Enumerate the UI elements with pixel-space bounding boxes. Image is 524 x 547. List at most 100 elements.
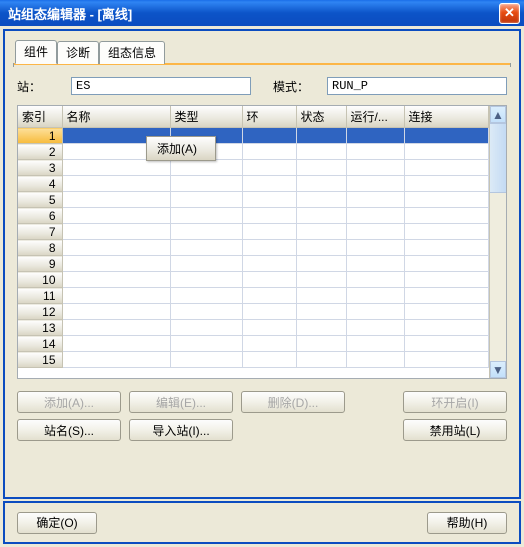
button-row-1: 添加(A)... 编辑(E)... 删除(D)... 环开启(I) xyxy=(17,391,507,413)
cell xyxy=(62,320,170,336)
ok-button[interactable]: 确定(O) xyxy=(17,512,97,534)
row-index-cell: 15 xyxy=(18,352,62,368)
cell xyxy=(346,336,404,352)
table-row[interactable]: 4 xyxy=(18,176,489,192)
ring-on-button[interactable]: 环开启(I) xyxy=(403,391,507,413)
table-row[interactable]: 7 xyxy=(18,224,489,240)
table-row[interactable]: 9 xyxy=(18,256,489,272)
cell xyxy=(404,240,489,256)
cell xyxy=(404,304,489,320)
cell xyxy=(170,208,242,224)
cell xyxy=(404,160,489,176)
col-run[interactable]: 运行/... xyxy=(346,106,404,128)
cell xyxy=(296,144,346,160)
table-row[interactable]: 8 xyxy=(18,240,489,256)
row-index-cell: 4 xyxy=(18,176,62,192)
table-row[interactable]: 5 xyxy=(18,192,489,208)
tab-config-info[interactable]: 组态信息 xyxy=(99,41,165,64)
cell xyxy=(62,304,170,320)
scroll-down-icon[interactable]: ▼ xyxy=(490,361,506,378)
mode-input[interactable]: RUN_P xyxy=(327,77,507,95)
cell xyxy=(242,272,296,288)
cell xyxy=(296,320,346,336)
cell xyxy=(296,192,346,208)
station-input[interactable]: ES xyxy=(71,77,251,95)
cell xyxy=(404,352,489,368)
cell xyxy=(62,192,170,208)
table-row[interactable]: 10 xyxy=(18,272,489,288)
table-row[interactable]: 12 xyxy=(18,304,489,320)
footer-bar: 确定(O) 帮助(H) xyxy=(3,501,521,544)
cell xyxy=(242,320,296,336)
cell xyxy=(242,224,296,240)
row-index-cell: 11 xyxy=(18,288,62,304)
cell xyxy=(62,160,170,176)
row-index-cell: 13 xyxy=(18,320,62,336)
table-row[interactable]: 13 xyxy=(18,320,489,336)
scroll-thumb[interactable] xyxy=(490,123,506,193)
tab-components[interactable]: 组件 xyxy=(15,40,57,64)
vertical-scrollbar[interactable]: ▲ ▼ xyxy=(489,106,506,378)
disable-station-button[interactable]: 禁用站(L) xyxy=(403,419,507,441)
cell xyxy=(404,128,489,144)
table-row[interactable]: 11 xyxy=(18,288,489,304)
cell xyxy=(296,128,346,144)
table-row[interactable]: 2 xyxy=(18,144,489,160)
col-conn[interactable]: 连接 xyxy=(404,106,489,128)
import-station-button[interactable]: 导入站(I)... xyxy=(129,419,233,441)
delete-button[interactable]: 删除(D)... xyxy=(241,391,345,413)
cell xyxy=(242,256,296,272)
cell xyxy=(296,160,346,176)
cell xyxy=(404,144,489,160)
help-button[interactable]: 帮助(H) xyxy=(427,512,507,534)
cell xyxy=(296,288,346,304)
add-button[interactable]: 添加(A)... xyxy=(17,391,121,413)
col-index[interactable]: 索引 xyxy=(18,106,62,128)
col-state[interactable]: 状态 xyxy=(296,106,346,128)
station-name-button[interactable]: 站名(S)... xyxy=(17,419,121,441)
cell xyxy=(242,128,296,144)
table-row[interactable]: 3 xyxy=(18,160,489,176)
cell xyxy=(242,160,296,176)
scroll-up-icon[interactable]: ▲ xyxy=(490,106,506,123)
scroll-track[interactable] xyxy=(490,193,506,361)
row-index-cell: 3 xyxy=(18,160,62,176)
row-index-cell: 14 xyxy=(18,336,62,352)
cell xyxy=(296,272,346,288)
close-icon[interactable]: ✕ xyxy=(499,3,520,24)
table-row[interactable]: 1 xyxy=(18,128,489,144)
table-row[interactable]: 6 xyxy=(18,208,489,224)
col-name[interactable]: 名称 xyxy=(62,106,170,128)
cell xyxy=(62,352,170,368)
cell xyxy=(296,256,346,272)
titlebar: 站组态编辑器 - [离线] ✕ xyxy=(0,0,524,26)
tab-body: 站： ES 模式： RUN_P 索引 名称 类型 环 状态 运行/... xyxy=(5,67,519,445)
cell xyxy=(346,320,404,336)
cell xyxy=(170,288,242,304)
station-label: 站： xyxy=(17,78,63,95)
cell xyxy=(346,160,404,176)
tabstrip: 组件 诊断 组态信息 xyxy=(5,31,519,63)
cell xyxy=(296,336,346,352)
cell xyxy=(296,304,346,320)
edit-button[interactable]: 编辑(E)... xyxy=(129,391,233,413)
cell xyxy=(346,288,404,304)
col-type[interactable]: 类型 xyxy=(170,106,242,128)
row-index-cell: 2 xyxy=(18,144,62,160)
cell xyxy=(296,240,346,256)
tab-diagnostics[interactable]: 诊断 xyxy=(57,41,99,64)
cell xyxy=(296,352,346,368)
context-menu-add[interactable]: 添加(A) xyxy=(146,136,216,161)
table-row[interactable]: 14 xyxy=(18,336,489,352)
cell xyxy=(62,272,170,288)
cell xyxy=(242,208,296,224)
data-grid[interactable]: 索引 名称 类型 环 状态 运行/... 连接 1234567891011121… xyxy=(17,105,507,379)
main-frame: 组件 诊断 组态信息 站： ES 模式： RUN_P 索引 名称 类型 环 xyxy=(3,29,521,499)
cell xyxy=(170,256,242,272)
table-row[interactable]: 15 xyxy=(18,352,489,368)
col-ring[interactable]: 环 xyxy=(242,106,296,128)
cell xyxy=(170,304,242,320)
cell xyxy=(242,176,296,192)
cell xyxy=(346,304,404,320)
row-index-cell: 6 xyxy=(18,208,62,224)
